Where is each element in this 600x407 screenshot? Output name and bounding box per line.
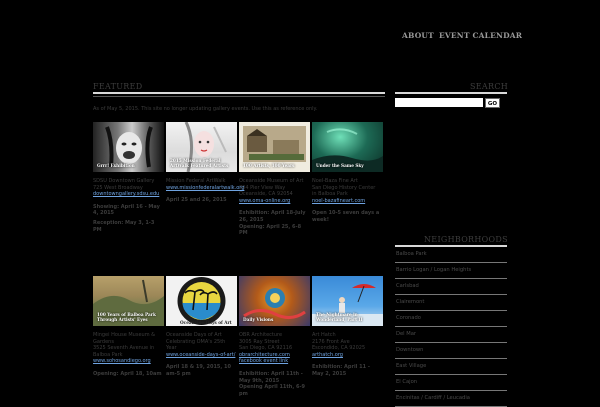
opening-line: Opening April 11th, 6-9 pm (239, 384, 306, 397)
featured-thumbnail[interactable]: Daily Visions (239, 276, 310, 326)
thumbnail-caption: 2015 Mission Federal ArtWalk Featured Ar… (170, 158, 229, 168)
thumbnail-caption: Oceanside Days of Art (180, 320, 232, 325)
search-input[interactable] (395, 98, 483, 107)
address-line: 704 Pier View Way (239, 184, 286, 191)
neighborhood-link[interactable]: Downtown (395, 343, 507, 359)
featured-thumbnail[interactable]: Oceanside Days of Art (166, 276, 237, 326)
featured-thumbnail[interactable]: Under the Same Sky (312, 122, 383, 172)
address-line: 2176 Front Ave (312, 338, 350, 345)
venue-link[interactable]: www.oceanside-days-of-art/ (166, 352, 237, 359)
neighborhood-link[interactable]: Carlsbad (395, 279, 507, 295)
featured-item[interactable]: Daily Visions OBR Architecture 3005 Ray … (239, 276, 310, 397)
venue-line: Oceanside Days of Art (166, 332, 222, 338)
thumbnail-caption: The Nightmare in Wonderland, Part II (316, 312, 363, 322)
city-line: Escondido, CA 92025 (312, 345, 366, 352)
venue-line: OBR Architecture (239, 332, 283, 338)
opening-line: Opening: April 18, 10am (93, 370, 162, 377)
featured-item[interactable]: 100 Artists, 100 Years Oceanside Museum … (239, 122, 310, 237)
featured-item[interactable]: The Nightmare in Wonderland, Part II Art… (312, 276, 383, 378)
facebook-event-link[interactable]: facebook event link (239, 358, 310, 365)
venue-link[interactable]: arthatch.org (312, 352, 383, 359)
date-line: Exhibition: April 18-July 26, 2015 (239, 210, 306, 223)
nav-event-calendar[interactable]: EVENT CALENDAR (439, 31, 522, 40)
thumbnail-caption: 100 Years of Balboa Park Through Artists… (97, 312, 156, 322)
featured-thumbnail[interactable]: 100 Years of Balboa Park Through Artists… (93, 276, 164, 326)
date-line: April 25 and 26, 2015 (166, 197, 227, 204)
neighborhood-link[interactable]: Clairemont (395, 295, 507, 311)
thumbnail-caption: Daily Visions (243, 317, 274, 322)
featured-item[interactable]: Grrr! Exhibition SDSU Downtown Gallery 7… (93, 122, 164, 233)
date-line: Exhibition: April 11th - May 9th, 2015 (239, 370, 303, 384)
neighborhood-link[interactable]: El Cajon (395, 375, 507, 391)
address-line: San Diego History Center (312, 184, 376, 191)
featured-thumbnail[interactable]: 2015 Mission Federal ArtWalk Featured Ar… (166, 122, 237, 172)
featured-item[interactable]: Under the Same Sky Noel-Baza Fine Art Sa… (312, 122, 383, 224)
venue-line: Mingei House Museum & Gardens (93, 332, 156, 345)
featured-intro: As of May 5, 2015. This site no longer u… (93, 106, 318, 112)
search-heading: SEARCH (470, 82, 509, 91)
opening-line: Opening: April 25, 6-8 PM (239, 223, 302, 237)
venue-line: Noel-Baza Fine Art (312, 178, 358, 184)
address-line: 3005 Ray Street (239, 338, 280, 345)
venue-link[interactable]: noel-bazafineart.com (312, 198, 383, 205)
address-line: 725 West Broadway (93, 184, 143, 191)
neighborhood-link[interactable]: Barrio Logan / Logan Heights (395, 263, 507, 279)
address-line: 3525 Seventh Avenue in Balboa Park (93, 345, 155, 358)
city-line: in Balboa Park (312, 191, 348, 198)
oceanside-logo-icon (177, 277, 226, 325)
featured-item[interactable]: 2015 Mission Federal ArtWalk Featured Ar… (166, 122, 244, 204)
featured-thumbnail[interactable]: Grrr! Exhibition (93, 122, 164, 172)
hours-line: Open 10-5 seven days a week! (312, 210, 380, 223)
thumbnail-caption: Under the Same Sky (316, 163, 364, 168)
description-line: Celebrating OMA's 25th Year (166, 338, 226, 352)
thumbnail-caption: 100 Artists, 100 Years (243, 163, 295, 168)
featured-rule (93, 92, 385, 94)
venue-link[interactable]: www.oma-online.org (239, 198, 310, 205)
venue-line: Mission Federal ArtWalk (166, 178, 226, 184)
neighborhood-link[interactable]: East Village (395, 359, 507, 375)
city-line: Oceanside, CA 92054 (239, 191, 293, 198)
featured-item[interactable]: Oceanside Days of Art Oceanside Days of … (166, 276, 237, 378)
featured-thumbnail[interactable]: 100 Artists, 100 Years (239, 122, 310, 172)
neighborhood-link[interactable]: Balboa Park (395, 247, 507, 263)
featured-item[interactable]: 100 Years of Balboa Park Through Artists… (93, 276, 164, 378)
venue-line: Oceanside Museum of Art (239, 178, 304, 184)
featured-heading: FEATURED (93, 82, 143, 91)
date-line: Exhibition: April 11 - May 2, 2015 (312, 364, 370, 377)
venue-line: Art Hatch (312, 332, 336, 338)
featured-thumbnail[interactable]: The Nightmare in Wonderland, Part II (312, 276, 383, 326)
neighborhood-link[interactable]: Del Mar (395, 327, 507, 343)
neighborhood-link[interactable]: Coronado (395, 311, 507, 327)
search-rule (395, 92, 507, 94)
neighborhoods-list: Balboa Park Barrio Logan / Logan Heights… (395, 247, 507, 407)
date-line: Showing: April 16 - May 4, 2015 (93, 203, 160, 217)
date-line: April 18 & 19, 2015, 10 am-5 pm (166, 364, 231, 377)
neighborhoods-heading: NEIGHBORHOODS (424, 235, 508, 244)
venue-link[interactable]: downtowngallery.sdsu.edu (93, 191, 164, 198)
neighborhood-link[interactable]: Encinitas / Cardiff / Leucadia (395, 391, 507, 407)
nav-about[interactable]: ABOUT (402, 31, 434, 40)
search-go-button[interactable]: GO (485, 98, 500, 108)
reception-line: Reception: May 3, 1-3 PM (93, 219, 155, 233)
venue-link[interactable]: obrarchitecture.com (239, 352, 310, 359)
venue-link[interactable]: www.sohosandiego.org (93, 358, 164, 365)
venue-line: SDSU Downtown Gallery (93, 178, 155, 184)
venue-link[interactable]: www.missionfederalartwalk.org (166, 185, 244, 192)
top-nav: ABOUT EVENT CALENDAR (402, 31, 527, 40)
city-line: San Diego, CA 92116 (239, 345, 293, 352)
thumbnail-caption: Grrr! Exhibition (97, 163, 135, 168)
featured-rule-thin (93, 96, 385, 97)
